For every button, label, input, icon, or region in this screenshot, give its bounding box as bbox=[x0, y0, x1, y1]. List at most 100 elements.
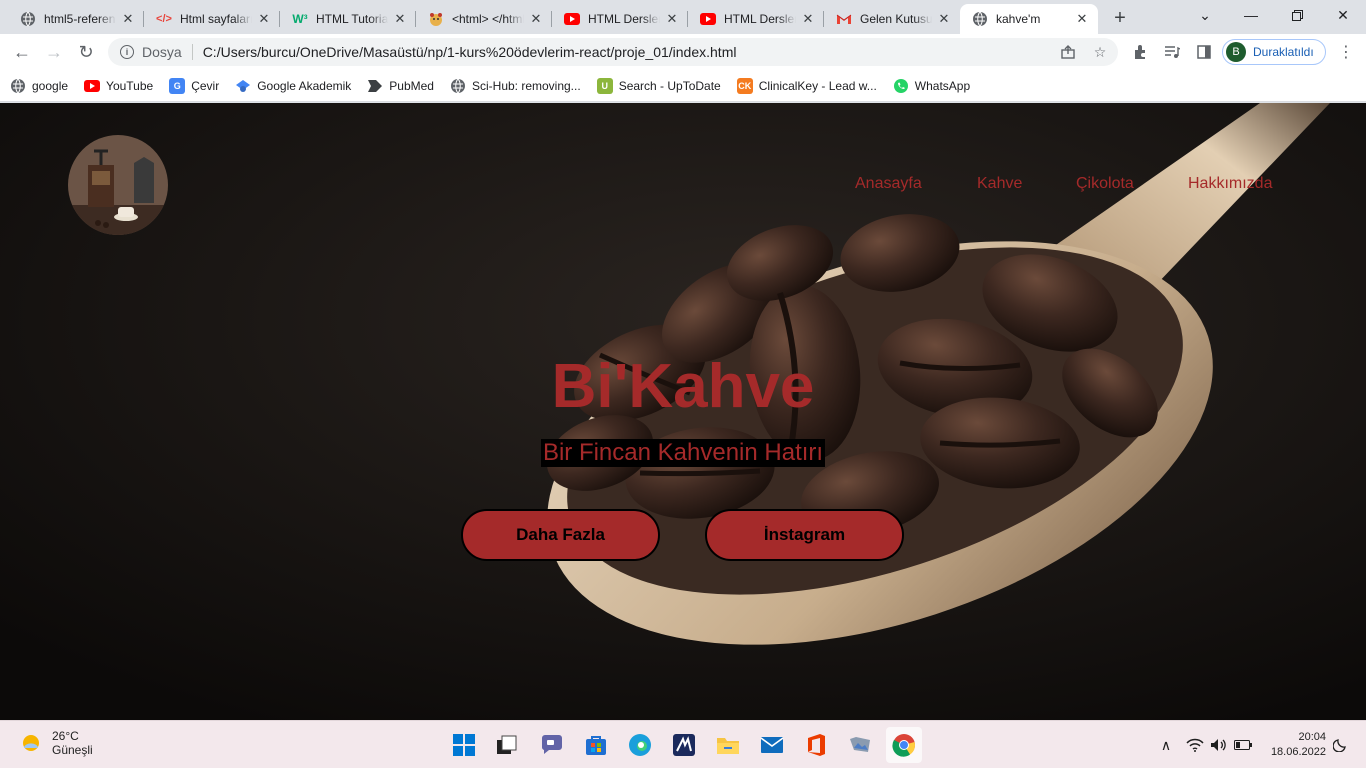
weather-widget[interactable]: 26°C Güneşli bbox=[20, 729, 93, 757]
weather-condition: Güneşli bbox=[52, 743, 93, 757]
office-icon[interactable] bbox=[802, 731, 830, 759]
avatar: B bbox=[1226, 42, 1246, 62]
bookmark-google[interactable]: google bbox=[10, 78, 68, 94]
address-bar[interactable]: i Dosya C:/Users/burcu/OneDrive/Masaüstü… bbox=[108, 38, 1118, 66]
globe-icon bbox=[10, 78, 26, 94]
profile-status: Duraklatıldı bbox=[1253, 45, 1314, 59]
mail-icon[interactable] bbox=[758, 731, 786, 759]
edge-icon[interactable] bbox=[626, 731, 654, 759]
volume-icon[interactable] bbox=[1209, 735, 1229, 755]
browser-tab[interactable]: HTML Dersleri ✕ bbox=[552, 4, 688, 34]
back-icon[interactable]: ← bbox=[8, 38, 36, 66]
battery-icon[interactable] bbox=[1233, 735, 1253, 755]
media-control-icon[interactable] bbox=[1158, 38, 1186, 66]
bookmark-clinicalkey[interactable]: CK ClinicalKey - Lead w... bbox=[736, 77, 877, 94]
close-icon[interactable]: ✕ bbox=[936, 11, 952, 27]
new-tab-button[interactable]: + bbox=[1108, 6, 1132, 30]
browser-toolbar: ← → ↻ i Dosya C:/Users/burcu/OneDrive/Ma… bbox=[0, 34, 1366, 70]
url-text[interactable]: C:/Users/burcu/OneDrive/Masaüstü/np/1-ku… bbox=[203, 44, 737, 60]
bookmark-label: Search - UpToDate bbox=[618, 78, 721, 93]
uptodate-icon: U bbox=[596, 77, 613, 94]
close-icon[interactable]: ✕ bbox=[120, 11, 136, 27]
chat-icon[interactable] bbox=[538, 731, 566, 759]
tab-title: <html> </html> bbox=[452, 12, 524, 26]
bookmark-star-icon[interactable]: ☆ bbox=[1086, 38, 1114, 66]
clinicalkey-icon: CK bbox=[736, 77, 753, 94]
store-icon[interactable] bbox=[582, 731, 610, 759]
youtube-icon bbox=[564, 11, 580, 27]
side-panel-icon[interactable] bbox=[1190, 38, 1218, 66]
browser-tab[interactable]: html5-referen ✕ bbox=[8, 4, 144, 34]
tab-title: HTML Tutorial bbox=[316, 12, 388, 26]
close-icon[interactable]: ✕ bbox=[392, 11, 408, 27]
extensions-icon[interactable] bbox=[1126, 38, 1154, 66]
menu-icon[interactable]: ⋮ bbox=[1332, 38, 1360, 66]
nav-kahve[interactable]: Kahve bbox=[977, 175, 1022, 193]
tab-title: Gelen Kutusu bbox=[860, 12, 932, 26]
file-explorer-icon[interactable] bbox=[714, 731, 742, 759]
gmail-icon bbox=[836, 11, 852, 27]
show-hidden-icons-icon[interactable]: ∧ bbox=[1158, 735, 1174, 755]
tab-title: HTML Dersleri bbox=[724, 12, 796, 26]
system-clock[interactable]: 20:04 18.06.2022 bbox=[1262, 730, 1326, 760]
photos-icon[interactable] bbox=[846, 731, 874, 759]
browser-tab[interactable]: HTML Dersleri ✕ bbox=[688, 4, 824, 34]
hero-subtitle: Bir Fincan Kahvenin Hatırı bbox=[540, 439, 826, 467]
info-icon[interactable]: i bbox=[120, 45, 134, 59]
bookmark-translate[interactable]: G Çevir bbox=[169, 77, 219, 94]
bookmark-scholar[interactable]: Google Akademik bbox=[235, 78, 351, 94]
reload-icon[interactable]: ↻ bbox=[72, 38, 100, 66]
nav-hakkimizda[interactable]: Hakkımızda bbox=[1188, 175, 1272, 193]
hero-title: Bi'Kahve bbox=[551, 352, 815, 421]
bookmark-youtube[interactable]: YouTube bbox=[84, 78, 153, 94]
wifi-icon[interactable] bbox=[1185, 735, 1205, 755]
browser-tab[interactable]: Gelen Kutusu ✕ bbox=[824, 4, 960, 34]
chrome-icon[interactable] bbox=[886, 727, 922, 763]
tab-search-icon[interactable]: ⌄ bbox=[1182, 0, 1228, 30]
instagram-button[interactable]: İnstagram bbox=[705, 509, 904, 561]
close-icon[interactable]: ✕ bbox=[256, 11, 272, 27]
close-icon[interactable]: ✕ bbox=[1074, 11, 1090, 27]
bookmark-label: PubMed bbox=[389, 78, 434, 93]
bookmarks-bar: google YouTube G Çevir Google Akademik Pu… bbox=[0, 70, 1366, 102]
bookmark-label: WhatsApp bbox=[914, 78, 971, 93]
tab-title: html5-referen bbox=[44, 12, 116, 26]
task-view-icon[interactable] bbox=[492, 731, 520, 759]
more-button[interactable]: Daha Fazla bbox=[461, 509, 660, 561]
vpn-app-icon[interactable] bbox=[670, 731, 698, 759]
site-logo[interactable] bbox=[68, 135, 168, 235]
profile-button[interactable]: B Duraklatıldı bbox=[1222, 39, 1326, 65]
nav-cikolota[interactable]: Çikolota bbox=[1076, 175, 1134, 193]
bookmark-pubmed[interactable]: PubMed bbox=[367, 78, 434, 94]
windows-start-icon[interactable] bbox=[450, 731, 478, 759]
forward-icon[interactable]: → bbox=[40, 38, 68, 66]
bookmark-whatsapp[interactable]: WhatsApp bbox=[893, 78, 970, 94]
nav-anasayfa[interactable]: Anasayfa bbox=[855, 175, 922, 193]
close-window-icon[interactable]: ✕ bbox=[1320, 0, 1366, 30]
whatsapp-icon bbox=[893, 78, 909, 94]
browser-tab-active[interactable]: kahve'm ✕ bbox=[960, 4, 1098, 34]
web-page: Anasayfa Kahve Çikolota Hakkımızda Bi'Ka… bbox=[0, 103, 1366, 720]
globe-icon bbox=[20, 11, 36, 27]
windows-taskbar: 26°C Güneşli ∧ 20:04 18.06.2022 bbox=[0, 720, 1366, 768]
scholar-icon bbox=[235, 78, 251, 94]
w3-icon: W³ bbox=[292, 12, 308, 26]
globe-icon bbox=[972, 11, 988, 27]
minimize-icon[interactable]: — bbox=[1228, 0, 1274, 30]
close-icon[interactable]: ✕ bbox=[800, 11, 816, 27]
tab-title: Html sayfaları bbox=[180, 12, 252, 26]
restore-icon[interactable] bbox=[1274, 0, 1320, 30]
bookmark-scihub[interactable]: Sci-Hub: removing... bbox=[450, 78, 581, 94]
bookmark-label: YouTube bbox=[106, 78, 154, 93]
close-icon[interactable]: ✕ bbox=[664, 11, 680, 27]
bookmark-uptodate[interactable]: U Search - UpToDate bbox=[596, 77, 721, 94]
browser-tab[interactable]: <html> </html> ✕ bbox=[416, 4, 552, 34]
notifications-icon[interactable] bbox=[1330, 735, 1350, 755]
weather-temp: 26°C bbox=[52, 729, 79, 743]
translate-icon: G bbox=[169, 77, 186, 94]
browser-tab[interactable]: W³ HTML Tutorial ✕ bbox=[280, 4, 416, 34]
share-icon[interactable] bbox=[1054, 38, 1082, 66]
browser-tab[interactable]: </> Html sayfaları ✕ bbox=[144, 4, 280, 34]
close-icon[interactable]: ✕ bbox=[528, 11, 544, 27]
youtube-icon bbox=[700, 11, 716, 27]
